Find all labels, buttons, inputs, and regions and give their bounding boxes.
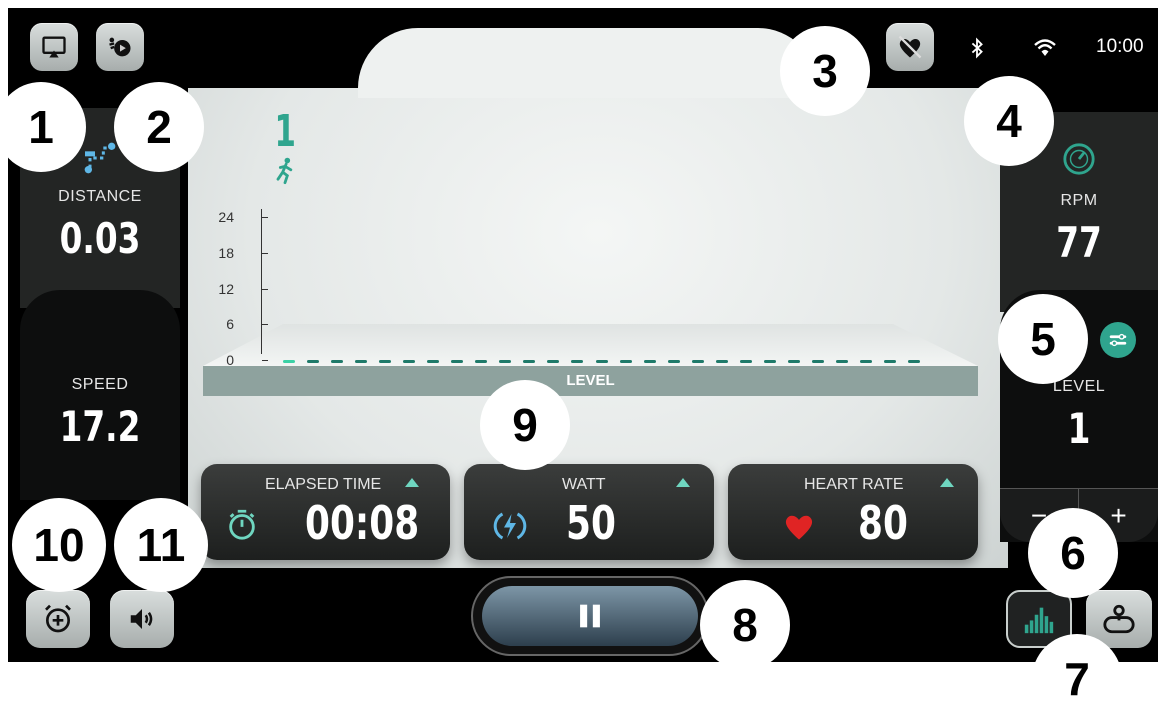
callout-5: 5 (998, 294, 1088, 384)
current-level-indicator: 1 (274, 106, 296, 157)
chart-level-segment (715, 360, 728, 363)
pause-icon (580, 604, 600, 628)
chart-y-tick-label: 0 (226, 352, 234, 368)
chart-y-tick-mark (262, 360, 268, 361)
chart-level-segment (283, 360, 295, 363)
chart-level-segment (835, 360, 848, 363)
level-label: LEVEL (1052, 378, 1106, 395)
chart-level-segment (403, 360, 416, 363)
chart-level-segment (595, 360, 608, 363)
level-settings-button[interactable] (1100, 322, 1136, 358)
elapsed-time-value: 00:08 (305, 496, 420, 550)
volume-button[interactable] (110, 590, 174, 648)
alarm-button[interactable] (26, 590, 90, 648)
callout-1: 1 (0, 82, 86, 172)
chart-level-segment (643, 360, 656, 363)
chart-level-segment (499, 360, 512, 363)
chart-y-tick-label: 18 (218, 244, 234, 261)
watt-label: WATT (562, 476, 606, 493)
pause-button[interactable] (482, 586, 698, 646)
volume-icon (130, 609, 153, 629)
chart-level-segment (379, 360, 392, 363)
route-pin-icon (84, 142, 116, 174)
speedometer-icon (1063, 143, 1095, 175)
screen-cast-icon (42, 36, 66, 58)
heart-rate-value: 80 (858, 496, 908, 550)
distance-value: 0.03 (59, 214, 141, 263)
chart-level-segment (571, 360, 584, 363)
wifi-icon (1034, 39, 1056, 56)
chart-y-tick-label: 24 (218, 209, 234, 225)
chart-level-segment (355, 360, 368, 363)
runner-profile-icon (109, 37, 131, 57)
chart-y-tick-mark (262, 252, 268, 254)
workout-profile-button[interactable] (96, 23, 144, 71)
chart-level-segment (739, 360, 752, 363)
stopwatch-icon (229, 509, 255, 540)
chart-level-segment (307, 360, 320, 363)
chart-level-segment (859, 360, 872, 363)
sliders-icon (1109, 333, 1127, 347)
chart-y-tick-mark (262, 324, 268, 326)
chart-level-segment (883, 360, 896, 363)
speed-value: 17.2 (59, 402, 141, 451)
callout-9: 9 (480, 380, 570, 470)
chart-y-axis (261, 209, 262, 354)
callout-8: 8 (700, 580, 790, 670)
watt-card[interactable]: WATT 50 (464, 464, 714, 560)
chart-level-segment (475, 360, 488, 363)
callout-2: 2 (114, 82, 204, 172)
callout-11: 11 (114, 498, 208, 592)
bar-chart-icon (1024, 607, 1054, 634)
chart-level-segment (908, 360, 920, 363)
chart-level-segment (811, 360, 824, 363)
chart-y-tick-mark (262, 288, 268, 290)
elapsed-time-label: ELAPSED TIME (265, 476, 382, 493)
track-map-icon (1103, 604, 1135, 634)
elapsed-time-expand-arrow[interactable] (405, 478, 419, 487)
heart-icon (785, 515, 813, 540)
chart-level-segment (523, 360, 536, 363)
distance-label: DISTANCE (58, 188, 142, 205)
heart-rate-expand-arrow[interactable] (940, 478, 954, 487)
level-value: 1 (1067, 404, 1091, 453)
heart-rate-card[interactable]: HEART RATE 80 (728, 464, 978, 560)
chart-level-segment (787, 360, 800, 363)
watt-expand-arrow[interactable] (676, 478, 690, 487)
bluetooth-icon (971, 37, 983, 59)
watt-value: 50 (566, 496, 616, 550)
chart-level-segment (331, 360, 344, 363)
speed-label: SPEED (71, 376, 129, 393)
lightning-icon (493, 512, 527, 540)
cast-button[interactable] (30, 23, 78, 71)
runner-icon (276, 157, 293, 185)
chart-y-tick-mark (262, 217, 268, 218)
chart-level-segment (547, 360, 560, 363)
callout-6: 6 (1028, 508, 1118, 598)
heart-rate-label: HEART RATE (804, 476, 904, 493)
callout-4: 4 (964, 76, 1054, 166)
chart-level-segment (451, 360, 464, 363)
callout-3: 3 (780, 26, 870, 116)
rpm-value: 77 (1056, 218, 1102, 267)
stage-top-tab (358, 28, 818, 98)
chart-y-tick-label: 6 (226, 316, 234, 333)
heart-monitor-button[interactable] (886, 23, 934, 71)
chart-axis-label: LEVEL (566, 372, 615, 389)
chart-level-segment (619, 360, 632, 363)
chart-y-tick-label: 12 (218, 280, 234, 297)
speed-panel: SPEED 17.2 (20, 290, 180, 500)
chart-level-segment (763, 360, 776, 363)
rpm-label: RPM (1060, 192, 1098, 209)
clock-time: 10:00 (1096, 36, 1144, 57)
chart-level-segment (427, 360, 440, 363)
chart-level-segment (691, 360, 704, 363)
heart-monitor-off-icon (898, 35, 922, 59)
elapsed-time-card[interactable]: ELAPSED TIME 00:08 (201, 464, 450, 560)
callout-10: 10 (12, 498, 106, 592)
alarm-add-icon (45, 604, 71, 633)
chart-level-segment (667, 360, 680, 363)
